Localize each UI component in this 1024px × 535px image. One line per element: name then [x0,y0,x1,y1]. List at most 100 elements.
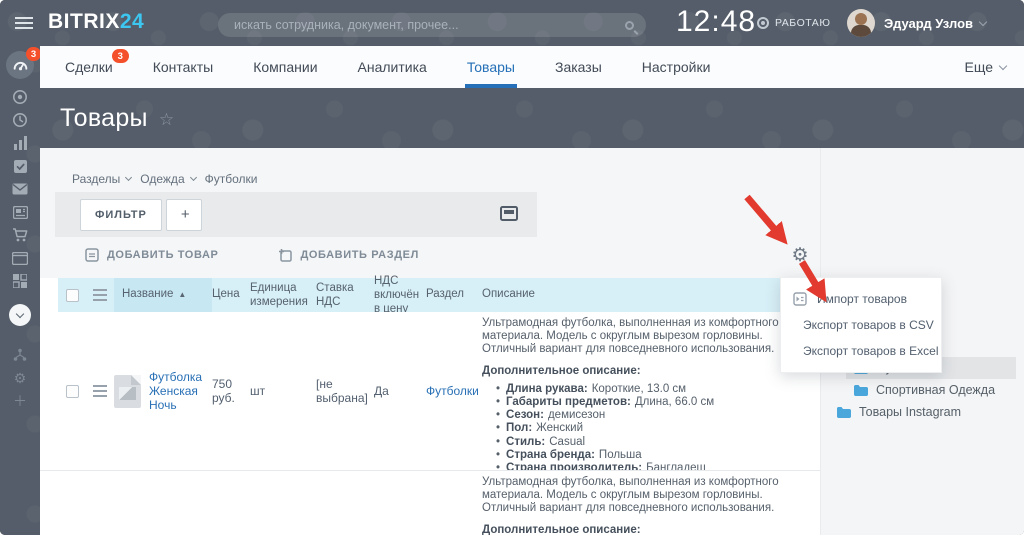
table-row: Футболка Женская Ночь 750 руб. шт [не вы… [40,312,820,474]
content-area: Разделы Одежда Футболки ФИЛЬТР + ДОБАВИТ [40,148,1024,535]
page-header: Товары ☆ [40,88,1024,148]
folder-icon [854,384,868,396]
clock-icon[interactable] [11,112,29,128]
rail-settings-gear-icon[interactable]: ⚙ [11,370,29,386]
add-filter-button[interactable]: + [165,198,202,231]
product-name-link[interactable]: Футболка Женская Ночь [149,370,206,412]
attribute-item: • Стиль: Casual [496,435,586,448]
column-header-section[interactable]: Раздел [426,278,482,312]
attribute-item: • Пол: Женский [496,422,584,435]
column-header-vat-rate[interactable]: Ставка НДС [316,278,374,312]
bar-chart-icon[interactable] [11,135,29,151]
collapse-menu-icon[interactable] [9,304,31,326]
left-icon-rail: 3 ⚙ ＋ [0,46,41,535]
user-avatar[interactable] [847,9,875,37]
page-title: Товары [60,103,148,132]
drag-handle-icon [93,289,107,301]
product-price: 750 руб. [212,377,235,405]
tab-analytics[interactable]: Аналитика [358,46,427,88]
user-menu[interactable]: Эдуард Узлов [884,16,988,31]
table-row: Ультрамодная футболка, выполненная из ко… [40,470,820,535]
breadcrumb: Разделы Одежда Футболки [72,172,257,186]
tree-item-sportswear[interactable]: Спортивная Одежда [846,379,1016,401]
board-view-icon[interactable] [500,206,518,226]
deals-badge: 3 [111,49,129,63]
search-icon[interactable] [625,20,634,30]
hamburger-menu-icon[interactable] [15,17,33,29]
product-vat-included: Да [374,384,389,398]
import-icon [793,292,807,306]
select-all-checkbox[interactable] [65,288,79,302]
tab-orders[interactable]: Заказы [555,46,602,88]
browser-window-icon[interactable] [11,250,29,266]
chevron-down-icon [189,173,197,181]
column-header-description[interactable]: Описание [482,278,820,312]
column-header-price[interactable]: Цена [212,278,250,312]
add-section-button[interactable]: ДОБАВИТЬ РАЗДЕЛ [278,248,418,262]
tab-products[interactable]: Товары [464,46,518,88]
sitemap-icon[interactable] [11,347,29,363]
add-product-icon [85,248,99,262]
pulse-feed-icon[interactable]: 3 [6,47,41,79]
sort-asc-icon: ▲ [178,290,187,300]
attribute-item: • Габариты предметов: Длина, 66.0 см [496,396,715,409]
user-name: Эдуард Узлов [884,16,974,31]
cart-icon[interactable] [11,227,29,243]
product-thumbnail[interactable] [114,374,141,408]
breadcrumb-sections[interactable]: Разделы [72,172,133,186]
tasks-icon[interactable] [11,158,29,174]
tree-item-instagram-products[interactable]: Товары Instagram [829,401,1016,423]
mail-icon[interactable] [11,181,29,197]
filter-button[interactable]: ФИЛЬТР [80,198,162,231]
description-intro: Ультрамодная футболка, выполненная из ко… [482,476,779,515]
crm-nav-bar: Сделки 3 Контакты Компании Аналитика Тов… [40,46,1024,88]
add-product-button[interactable]: ДОБАВИТЬ ТОВАР [85,248,218,262]
add-plus-icon[interactable]: ＋ [11,393,29,409]
nav-more-menu[interactable]: Еще [965,46,1008,88]
work-status[interactable]: РАБОТАЮ [757,17,830,29]
drag-handle-icon[interactable] [93,385,107,397]
tab-settings[interactable]: Настройки [642,46,711,88]
description-subtitle: Дополнительное описание: [482,523,641,535]
breadcrumb-clothing[interactable]: Одежда [140,172,197,186]
top-bar: BITRIX24 12:48 РАБОТАЮ Эдуард Узлов [0,0,1024,46]
folder-icon [837,406,851,418]
column-header-vat-included[interactable]: НДС включён в цену [374,275,426,315]
grid-settings-gear-icon[interactable]: ⚙ [788,244,812,268]
chevron-down-icon [998,61,1008,70]
table-header-row: Название ▲ Цена Единица измерения Ставка… [58,275,820,315]
menu-item-export-excel[interactable]: Экспорт товаров в Excel [781,338,941,364]
target-icon[interactable] [11,89,29,105]
product-description: Ультрамодная футболка, выполненная из ко… [482,471,820,535]
global-search [218,13,646,37]
menu-item-import-products[interactable]: Импорт товаров [781,286,941,312]
row-checkbox[interactable] [65,384,79,398]
favorite-star-icon[interactable]: ☆ [159,110,174,130]
work-clock[interactable]: 12:48 [676,5,756,39]
product-section-link[interactable]: Футболки [426,384,479,398]
menu-item-export-csv[interactable]: Экспорт товаров в CSV [781,312,941,338]
table-toolbar: ДОБАВИТЬ ТОВАР ДОБАВИТЬ РАЗДЕЛ [85,248,419,262]
breadcrumb-tshirts[interactable]: Футболки [205,172,258,186]
attribute-item: • Страна бренда: Польша [496,448,642,461]
status-record-icon [757,17,769,29]
column-header-name[interactable]: Название ▲ [114,278,212,312]
bitrix24-logo[interactable]: BITRIX24 [48,10,144,34]
logo-text-accent: 24 [119,10,145,33]
tab-companies[interactable]: Компании [253,46,317,88]
search-input[interactable] [234,18,625,32]
news-icon[interactable] [11,204,29,220]
add-section-icon [279,249,293,262]
product-unit: шт [250,384,266,398]
tab-deals[interactable]: Сделки 3 [65,46,129,88]
column-header-unit[interactable]: Единица измерения [250,278,316,312]
pulse-badge: 3 [26,47,41,61]
rail-secondary-group: ⚙ ＋ [11,347,29,409]
chevron-down-icon [978,17,988,27]
apps-grid-icon[interactable] [11,273,29,289]
tab-contacts[interactable]: Контакты [153,46,213,88]
gear-context-menu: Импорт товаров Экспорт товаров в CSV Экс… [780,277,942,373]
product-description: Ультрамодная футболка, выполненная из ко… [482,312,820,474]
status-label: РАБОТАЮ [775,17,831,29]
products-table: Название ▲ Цена Единица измерения Ставка… [40,275,820,535]
